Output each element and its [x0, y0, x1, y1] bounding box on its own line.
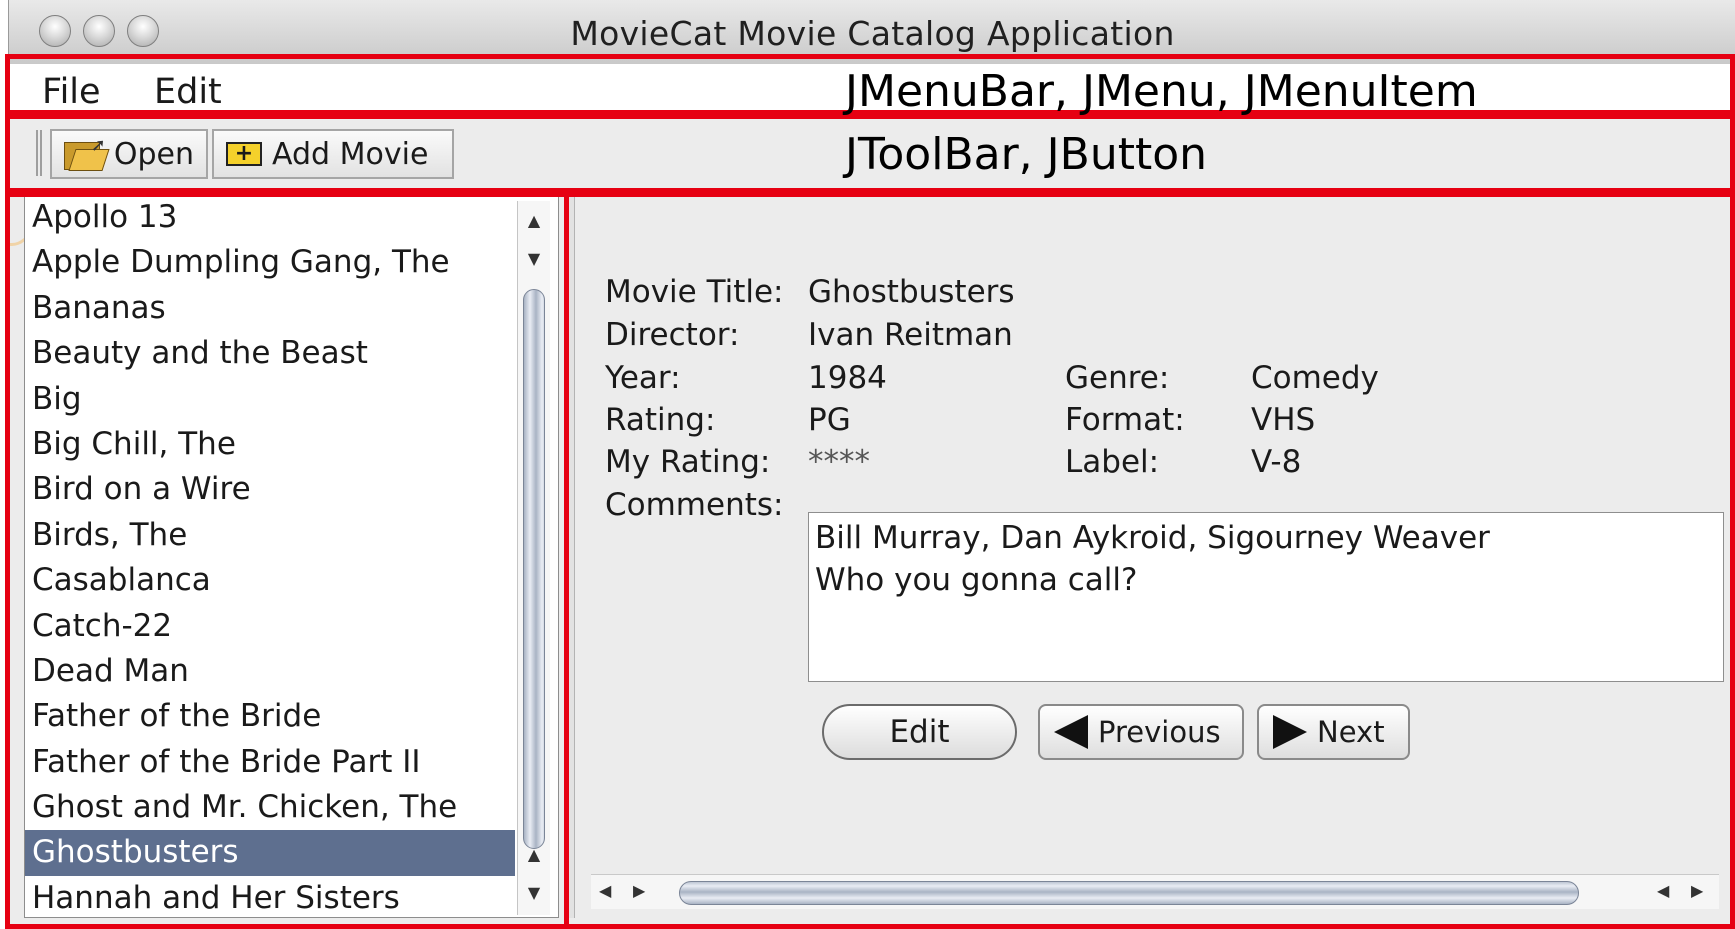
- list-item[interactable]: Big Chill, The: [25, 422, 515, 467]
- edit-button-label: Edit: [889, 714, 950, 750]
- list-item[interactable]: Father of the Bride Part II: [25, 740, 515, 785]
- label-label: Label:: [1065, 444, 1160, 480]
- list-item[interactable]: Father of the Bride: [25, 694, 515, 739]
- list-item[interactable]: Birds, The: [25, 513, 515, 558]
- scroll-left-arrow-icon[interactable]: ◀: [599, 881, 611, 900]
- list-scroll-thumb[interactable]: [523, 289, 545, 849]
- next-button-label: Next: [1317, 715, 1385, 749]
- open-button-label: Open: [113, 136, 194, 172]
- folder-open-icon: ➚: [64, 135, 110, 171]
- detail-horizontal-scrollbar[interactable]: ◀ ▶ ◀ ▶: [591, 874, 1719, 909]
- my-rating-value: ****: [808, 444, 870, 480]
- previous-button-label: Previous: [1098, 715, 1221, 749]
- my-rating-label: My Rating:: [605, 444, 771, 480]
- list-item[interactable]: Bananas: [25, 286, 515, 331]
- open-button[interactable]: ➚ Open: [50, 129, 208, 179]
- movie-list[interactable]: Apollo 13 Apple Dumpling Gang, The Bananas…: [25, 195, 515, 917]
- scroll-right-arrow-icon[interactable]: ▶: [633, 881, 645, 900]
- window-title: MovieCat Movie Catalog Application: [570, 14, 1175, 53]
- next-button[interactable]: Next: [1257, 704, 1410, 760]
- format-value: VHS: [1251, 402, 1316, 438]
- add-movie-button-label: Add Movie: [272, 136, 429, 172]
- toolbar-annotation-text: JToolBar, JButton: [845, 129, 1208, 180]
- movie-detail-panel: Movie Title: Ghostbusters Director: Ivan…: [579, 194, 1724, 918]
- list-item[interactable]: Apple Dumpling Gang, The: [25, 240, 515, 285]
- detail-scroll-thumb[interactable]: [679, 881, 1579, 905]
- list-item[interactable]: Beauty and the Beast: [25, 331, 515, 376]
- year-label: Year:: [605, 360, 681, 396]
- scroll-up-arrow-icon[interactable]: ▲: [518, 835, 550, 873]
- list-item-selected[interactable]: Ghostbusters: [25, 830, 515, 876]
- plus-icon: +: [226, 142, 262, 166]
- list-item[interactable]: Apollo 13: [25, 195, 515, 240]
- rating-label: Rating:: [605, 402, 716, 438]
- scroll-right-arrow-icon[interactable]: ▶: [1691, 881, 1703, 900]
- year-value: 1984: [808, 360, 887, 396]
- list-item[interactable]: Hannah and Her Sisters: [25, 876, 515, 917]
- add-movie-button[interactable]: + Add Movie: [212, 129, 454, 179]
- list-item[interactable]: Big: [25, 377, 515, 422]
- comments-label: Comments:: [605, 487, 784, 523]
- scroll-left-arrow-icon[interactable]: ◀: [1657, 881, 1669, 900]
- left-triangle-icon: [1054, 715, 1088, 749]
- menubar-annotation-text: JMenuBar, JMenu, JMenuItem: [845, 66, 1478, 117]
- director-label: Director:: [605, 317, 740, 353]
- split-pane-divider[interactable]: [565, 194, 575, 918]
- right-triangle-icon: [1273, 715, 1307, 749]
- list-item[interactable]: Casablanca: [25, 558, 515, 603]
- comments-line: Who you gonna call?: [815, 562, 1138, 598]
- comments-textarea[interactable]: Bill Murray, Dan Aykroid, Sigourney Weav…: [808, 512, 1724, 682]
- edit-button[interactable]: Edit: [822, 704, 1017, 760]
- toolbar-grip-handle[interactable]: [36, 130, 42, 176]
- title-bar[interactable]: MovieCat Movie Catalog Application: [9, 0, 1735, 65]
- rating-value: PG: [808, 402, 851, 438]
- list-item[interactable]: Catch-22: [25, 604, 515, 649]
- label-value: V-8: [1251, 444, 1302, 480]
- list-vertical-scrollbar[interactable]: ▲ ▼ ▲ ▼: [517, 201, 550, 915]
- scroll-down-arrow-icon[interactable]: ▼: [518, 873, 550, 911]
- previous-button[interactable]: Previous: [1038, 704, 1244, 760]
- list-item[interactable]: Bird on a Wire: [25, 467, 515, 512]
- menu-file[interactable]: File: [42, 72, 101, 112]
- movie-title-label: Movie Title:: [605, 274, 784, 310]
- scroll-down-arrow-icon[interactable]: ▼: [518, 239, 550, 277]
- director-value: Ivan Reitman: [808, 317, 1013, 353]
- movie-list-panel: Apollo 13 Apple Dumpling Gang, The Bananas…: [24, 194, 559, 918]
- comments-line: Bill Murray, Dan Aykroid, Sigourney Weav…: [815, 520, 1490, 556]
- genre-value: Comedy: [1251, 360, 1379, 396]
- menu-edit[interactable]: Edit: [154, 72, 222, 112]
- scroll-up-arrow-icon[interactable]: ▲: [518, 201, 550, 239]
- movie-title-value: Ghostbusters: [808, 274, 1015, 310]
- genre-label: Genre:: [1065, 360, 1170, 396]
- list-item[interactable]: Ghost and Mr. Chicken, The: [25, 785, 515, 830]
- list-item[interactable]: Dead Man: [25, 649, 515, 694]
- format-label: Format:: [1065, 402, 1185, 438]
